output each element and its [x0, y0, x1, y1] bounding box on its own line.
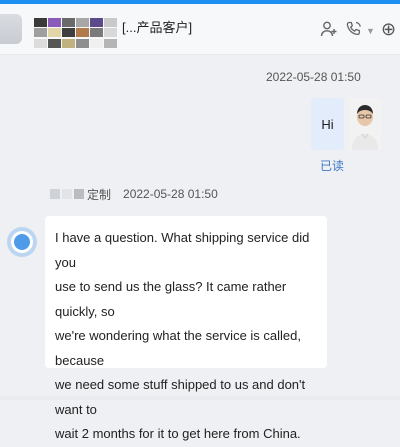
message-timestamp: 2022-05-28 01:50 — [266, 70, 361, 84]
sender-name: 定制 — [87, 187, 112, 202]
message-timestamp: 2022-05-28 01:50 — [123, 187, 218, 201]
message-sender-row: 定制 2022-05-28 01:50 — [50, 186, 218, 202]
pixelated-contact-name — [34, 18, 120, 48]
add-circle-icon[interactable] — [381, 19, 396, 40]
message-line: use to send us the glass? It came rather… — [55, 279, 287, 319]
message-line: wait 2 months for it to get here from Ch… — [55, 426, 301, 441]
avatar[interactable] — [349, 98, 381, 150]
message-line: I have a question. What shipping service… — [55, 230, 310, 270]
incoming-message-bubble[interactable]: I have a question. What shipping service… — [45, 216, 327, 441]
customer-avatar-icon[interactable] — [4, 216, 40, 268]
phone-icon[interactable] — [345, 20, 363, 43]
message-line: we're wondering what the service is call… — [55, 328, 301, 368]
chat-avatar[interactable] — [0, 14, 22, 44]
pixelated-sender-name — [50, 189, 84, 199]
chat-header: [...产品客户] ▼ — [0, 4, 400, 55]
user-plus-icon[interactable] — [320, 20, 338, 43]
horizontal-scrollbar[interactable] — [0, 396, 400, 400]
outgoing-message-bubble[interactable]: Hi — [311, 98, 344, 150]
read-status: 已读 — [320, 159, 345, 173]
chat-title: [...产品客户] — [122, 20, 193, 35]
chevron-down-icon[interactable]: ▼ — [366, 26, 375, 36]
